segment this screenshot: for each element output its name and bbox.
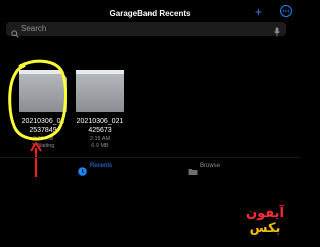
tab-bar: Recents Browse [0,157,300,178]
watermark-logo: آیفون بکس [232,206,298,236]
multitasking-dots[interactable] [146,2,156,15]
tab-browse[interactable]: Browse [188,162,228,176]
search-placeholder: Search [21,24,47,33]
more-icon[interactable] [280,3,292,19]
file-time: 2:15 AM [89,136,111,142]
file-size: 6.9 MB [91,143,109,149]
watermark-line1: آیفون [246,206,284,221]
tab-recents[interactable]: Recents [78,162,118,176]
clock-icon [78,163,87,176]
tab-browse-label: Browse [200,163,221,169]
file-name: 425673 [88,127,112,134]
microphone-icon[interactable] [274,24,280,37]
file-name: 20210306_021 [76,118,124,125]
highlight-circle [8,59,67,141]
folder-icon [188,163,198,175]
title-bar: GarageBand Recents + [0,0,300,22]
search-icon [11,25,19,38]
tab-recents-label: Recents [90,163,113,169]
watermark-line2: بکس [249,221,281,236]
search-input[interactable]: Search [6,22,286,38]
project-thumbnail[interactable] [76,70,124,112]
plus-icon[interactable]: + [255,6,265,18]
